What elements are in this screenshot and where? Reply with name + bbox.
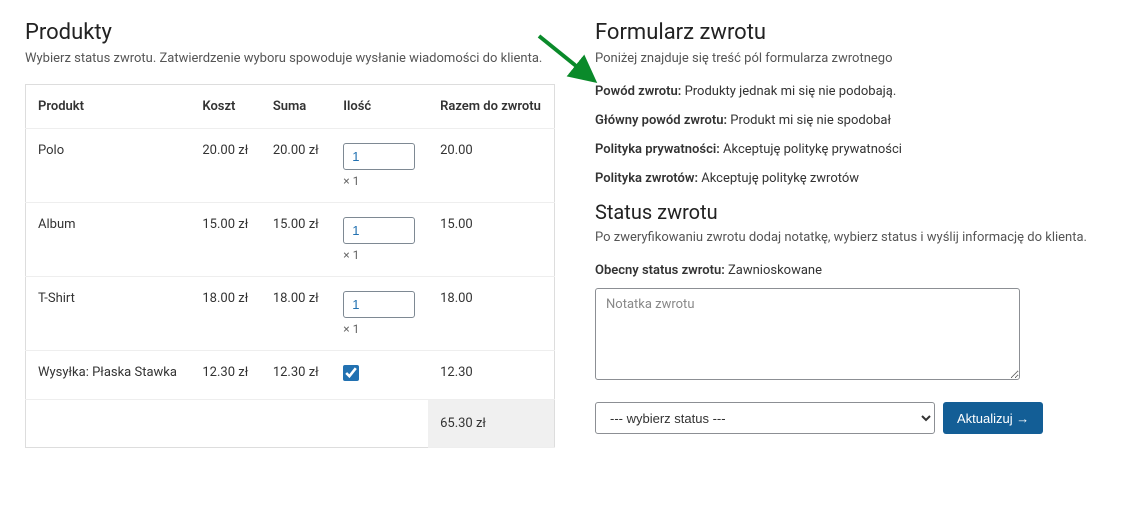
- cell-sum: 15.00 zł: [261, 203, 331, 277]
- col-total-return: Razem do zwrotu: [428, 85, 554, 129]
- cell-total: 20.00: [428, 129, 554, 203]
- products-table: Produkt Koszt Suma Ilość Razem do zwrotu…: [25, 84, 555, 448]
- returns-field: Polityka zwrotów: Akceptuję politykę zwr…: [595, 171, 1119, 186]
- products-subtitle: Wybierz status zwrotu. Zatwierdzenie wyb…: [25, 51, 555, 66]
- cell-qty: × 1: [331, 203, 428, 277]
- table-row: Wysyłka: Płaska Stawka12.30 zł12.30 zł12…: [26, 351, 555, 400]
- footer-total: 65.30 zł: [428, 400, 554, 448]
- qty-input[interactable]: [343, 291, 415, 318]
- col-cost: Koszt: [190, 85, 260, 129]
- return-note-textarea[interactable]: [595, 288, 1020, 380]
- privacy-field: Polityka prywatności: Akceptuję politykę…: [595, 142, 1119, 157]
- cell-qty: [331, 351, 428, 400]
- status-title: Status zwrotu: [595, 200, 1119, 224]
- qty-input[interactable]: [343, 143, 415, 170]
- col-sum: Suma: [261, 85, 331, 129]
- cell-sum: 18.00 zł: [261, 277, 331, 351]
- cell-sum: 20.00 zł: [261, 129, 331, 203]
- qty-note: × 1: [343, 322, 416, 336]
- status-select[interactable]: --- wybierz status ---: [595, 402, 935, 434]
- cell-product: Polo: [26, 129, 191, 203]
- form-subtitle: Poniżej znajduje się treść pól formularz…: [595, 51, 1119, 66]
- table-row: T-Shirt18.00 zł18.00 zł× 118.00: [26, 277, 555, 351]
- qty-note: × 1: [343, 248, 416, 262]
- shipping-checkbox[interactable]: [343, 365, 359, 381]
- cell-product: Album: [26, 203, 191, 277]
- cell-total: 18.00: [428, 277, 554, 351]
- cell-total: 15.00: [428, 203, 554, 277]
- table-row: Album15.00 zł15.00 zł× 115.00: [26, 203, 555, 277]
- update-button[interactable]: Aktualizuj →: [943, 402, 1043, 434]
- form-title: Formularz zwrotu: [595, 20, 1119, 45]
- col-product: Produkt: [26, 85, 191, 129]
- cell-cost: 18.00 zł: [190, 277, 260, 351]
- status-subtitle: Po zweryfikowaniu zwrotu dodaj notatkę, …: [595, 230, 1119, 245]
- table-row: Polo20.00 zł20.00 zł× 120.00: [26, 129, 555, 203]
- cell-cost: 12.30 zł: [190, 351, 260, 400]
- main-reason-field: Główny powód zwrotu: Produkt mi się nie …: [595, 113, 1119, 128]
- products-title: Produkty: [25, 20, 555, 45]
- cell-cost: 15.00 zł: [190, 203, 260, 277]
- col-qty: Ilość: [331, 85, 428, 129]
- cell-sum: 12.30 zł: [261, 351, 331, 400]
- reason-field: Powód zwrotu: Produkty jednak mi się nie…: [595, 84, 1119, 99]
- cell-product: Wysyłka: Płaska Stawka: [26, 351, 191, 400]
- cell-qty: × 1: [331, 129, 428, 203]
- cell-cost: 20.00 zł: [190, 129, 260, 203]
- qty-input[interactable]: [343, 217, 415, 244]
- cell-qty: × 1: [331, 277, 428, 351]
- cell-product: T-Shirt: [26, 277, 191, 351]
- qty-note: × 1: [343, 174, 416, 188]
- current-status: Obecny status zwrotu: Zawnioskowane: [595, 263, 1119, 278]
- cell-total: 12.30: [428, 351, 554, 400]
